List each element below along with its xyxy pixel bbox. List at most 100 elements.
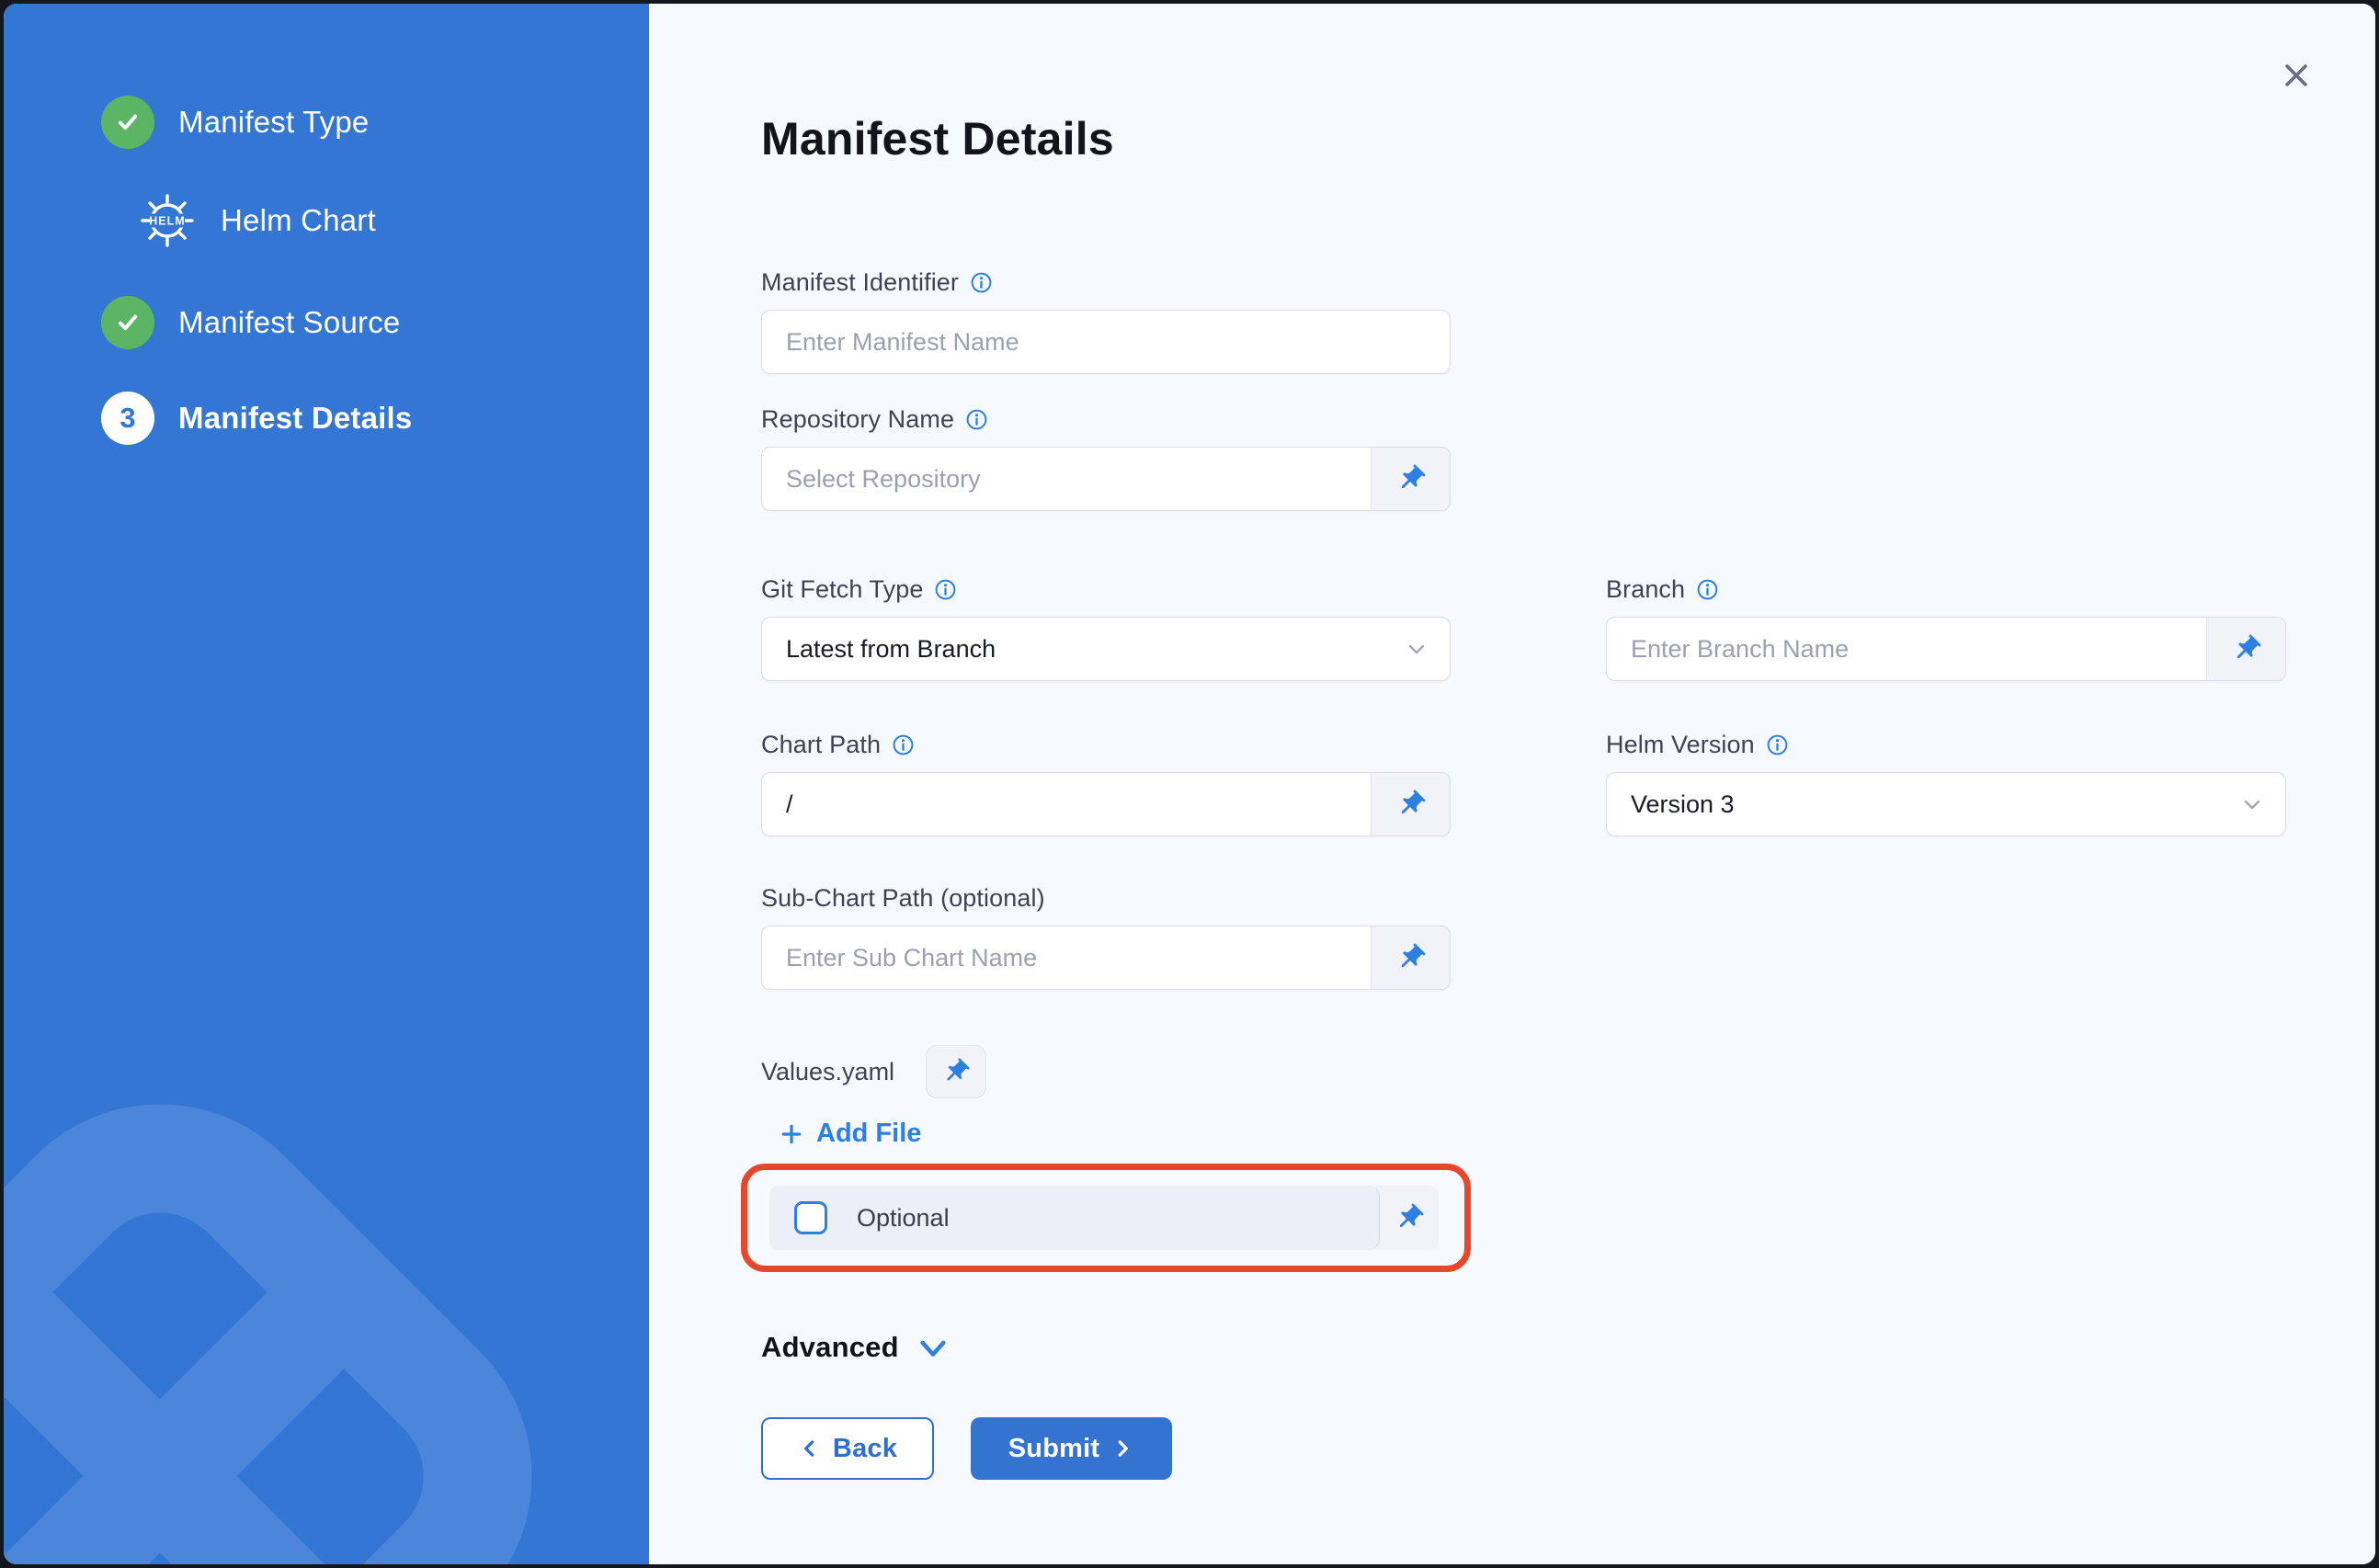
runtime-input-pin-button[interactable] bbox=[2206, 618, 2285, 680]
screen-backdrop: Manifest Type bbox=[0, 0, 2379, 1568]
info-icon[interactable] bbox=[892, 733, 915, 756]
branch-group: Branch bbox=[1606, 575, 2286, 681]
helm-version-group: Helm Version Version 3 bbox=[1606, 731, 2286, 836]
step-number-badge: 3 bbox=[101, 392, 154, 445]
optional-checkbox-field: Optional bbox=[769, 1186, 1380, 1250]
info-icon[interactable] bbox=[970, 271, 993, 294]
chevron-down-icon bbox=[1404, 636, 1429, 662]
manifest-identifier-label: Manifest Identifier bbox=[761, 268, 1451, 297]
manifest-identifier-group: Manifest Identifier bbox=[761, 268, 1451, 374]
step-number: 3 bbox=[120, 402, 135, 435]
step-label: Manifest Type bbox=[178, 105, 369, 140]
label-text: Repository Name bbox=[761, 405, 954, 434]
manifest-details-panel: Manifest Details Manifest Identifier bbox=[649, 4, 2375, 1564]
back-button-label: Back bbox=[833, 1434, 897, 1464]
chart-path-input-group bbox=[761, 772, 1451, 836]
label-text: Branch bbox=[1606, 575, 1685, 604]
pin-icon bbox=[2231, 633, 2262, 665]
helm-version-select[interactable]: Version 3 bbox=[1606, 772, 2286, 836]
repository-name-input[interactable] bbox=[762, 448, 1371, 510]
info-icon[interactable] bbox=[965, 408, 988, 431]
close-dialog-button[interactable] bbox=[2276, 55, 2316, 96]
step-label: Helm Chart bbox=[221, 203, 376, 238]
submit-button-label: Submit bbox=[1008, 1434, 1099, 1464]
manifest-identifier-input[interactable] bbox=[762, 311, 1450, 373]
optional-checkbox-label: Optional bbox=[857, 1204, 950, 1233]
step-list: Manifest Type bbox=[4, 4, 649, 445]
step-label: Manifest Details bbox=[178, 401, 412, 436]
close-icon bbox=[2281, 60, 2312, 91]
git-fetch-type-group: Git Fetch Type Latest from Branch bbox=[761, 575, 1451, 681]
helm-version-label: Helm Version bbox=[1606, 731, 2286, 759]
annotation-highlight-box: Optional bbox=[741, 1164, 1471, 1272]
select-value: Version 3 bbox=[1631, 790, 1735, 819]
helm-logo-icon: HELM bbox=[138, 191, 197, 250]
svg-text:HELM: HELM bbox=[149, 215, 185, 228]
submit-button[interactable]: Submit bbox=[971, 1417, 1172, 1480]
branch-input-group bbox=[1606, 617, 2286, 681]
pin-icon bbox=[1394, 1202, 1425, 1233]
runtime-input-pin-button[interactable] bbox=[1380, 1186, 1439, 1250]
git-fetch-type-label: Git Fetch Type bbox=[761, 575, 1451, 604]
pin-icon bbox=[1395, 942, 1427, 973]
sub-chart-path-input[interactable] bbox=[762, 926, 1371, 989]
add-file-button[interactable]: Add File bbox=[780, 1119, 921, 1149]
chevron-down-icon bbox=[917, 1337, 949, 1361]
label-text: Manifest Identifier bbox=[761, 268, 959, 297]
chart-path-input[interactable] bbox=[762, 773, 1371, 835]
repository-name-input-group bbox=[761, 447, 1451, 511]
optional-checkbox[interactable] bbox=[794, 1201, 827, 1234]
page-title: Manifest Details bbox=[761, 112, 2375, 165]
step-manifest-source[interactable]: Manifest Source bbox=[101, 296, 649, 349]
manifest-details-form: Manifest Identifier Repository N bbox=[761, 268, 2287, 1480]
harness-logo-watermark bbox=[4, 1017, 620, 1564]
label-text: Sub-Chart Path (optional) bbox=[761, 884, 1045, 913]
chevron-right-icon bbox=[1110, 1437, 1134, 1460]
manifest-wizard-dialog: Manifest Type bbox=[4, 4, 2375, 1564]
repository-name-label: Repository Name bbox=[761, 405, 1451, 434]
add-file-label: Add File bbox=[816, 1119, 921, 1149]
wizard-actions: Back Submit bbox=[761, 1417, 2287, 1480]
label-text: Chart Path bbox=[761, 731, 881, 759]
select-value: Latest from Branch bbox=[786, 635, 996, 664]
step-manifest-details-current[interactable]: 3 Manifest Details bbox=[101, 392, 649, 445]
chart-path-row: Chart Path bbox=[761, 731, 2287, 836]
info-icon[interactable] bbox=[934, 578, 957, 601]
step-complete-check-icon bbox=[101, 296, 154, 349]
runtime-input-pin-button[interactable] bbox=[1371, 448, 1450, 510]
values-yaml-row: Values.yaml bbox=[761, 1045, 2287, 1098]
branch-label: Branch bbox=[1606, 575, 2286, 604]
runtime-input-pin-button[interactable] bbox=[1371, 773, 1450, 835]
label-text: Git Fetch Type bbox=[761, 575, 923, 604]
chart-path-group: Chart Path bbox=[761, 731, 1451, 836]
pin-icon bbox=[941, 1057, 971, 1086]
values-yaml-pin-button[interactable] bbox=[926, 1045, 986, 1098]
step-manifest-type[interactable]: Manifest Type bbox=[101, 96, 649, 149]
info-icon[interactable] bbox=[1696, 578, 1719, 601]
git-fetch-row: Git Fetch Type Latest from Branch bbox=[761, 575, 2287, 681]
manifest-identifier-input-group bbox=[761, 310, 1451, 374]
sub-chart-path-group: Sub-Chart Path (optional) bbox=[761, 884, 1451, 990]
step-label: Manifest Source bbox=[178, 305, 400, 340]
step-complete-check-icon bbox=[101, 96, 154, 149]
optional-checkbox-row: Optional bbox=[769, 1186, 1439, 1250]
runtime-input-pin-button[interactable] bbox=[1371, 926, 1450, 989]
info-icon[interactable] bbox=[1766, 733, 1789, 756]
git-fetch-type-select[interactable]: Latest from Branch bbox=[761, 617, 1451, 681]
step-sub-helm-chart[interactable]: HELM Helm Chart bbox=[138, 191, 649, 250]
chart-path-label: Chart Path bbox=[761, 731, 1451, 759]
label-text: Helm Version bbox=[1606, 731, 1755, 759]
values-yaml-label: Values.yaml bbox=[761, 1058, 894, 1086]
pin-icon bbox=[1395, 463, 1427, 494]
advanced-section-toggle[interactable]: Advanced bbox=[761, 1331, 949, 1364]
pin-icon bbox=[1395, 789, 1427, 820]
repository-name-group: Repository Name bbox=[761, 405, 1451, 511]
wizard-step-sidebar: Manifest Type bbox=[4, 4, 649, 1564]
chevron-left-icon bbox=[798, 1437, 822, 1460]
chevron-down-icon bbox=[2239, 791, 2265, 817]
branch-input[interactable] bbox=[1607, 618, 2206, 680]
back-button[interactable]: Back bbox=[761, 1417, 934, 1480]
plus-icon bbox=[780, 1122, 803, 1146]
advanced-label: Advanced bbox=[761, 1331, 899, 1364]
sub-chart-path-input-group bbox=[761, 926, 1451, 990]
